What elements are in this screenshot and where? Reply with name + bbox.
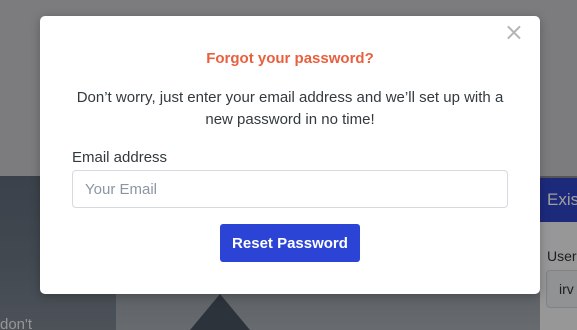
- email-label: Email address: [72, 149, 168, 166]
- modal-title: Forgot your password?: [206, 50, 374, 67]
- modal-description: Don’t worry, just enter your email addre…: [76, 89, 504, 128]
- page: don't Existing User irv × Forgot your pa…: [0, 0, 577, 330]
- forgot-password-modal: × Forgot your password? Don’t worry, jus…: [40, 16, 540, 294]
- email-field[interactable]: [72, 170, 508, 208]
- close-icon[interactable]: ×: [504, 20, 524, 44]
- reset-password-button[interactable]: Reset Password: [220, 224, 360, 262]
